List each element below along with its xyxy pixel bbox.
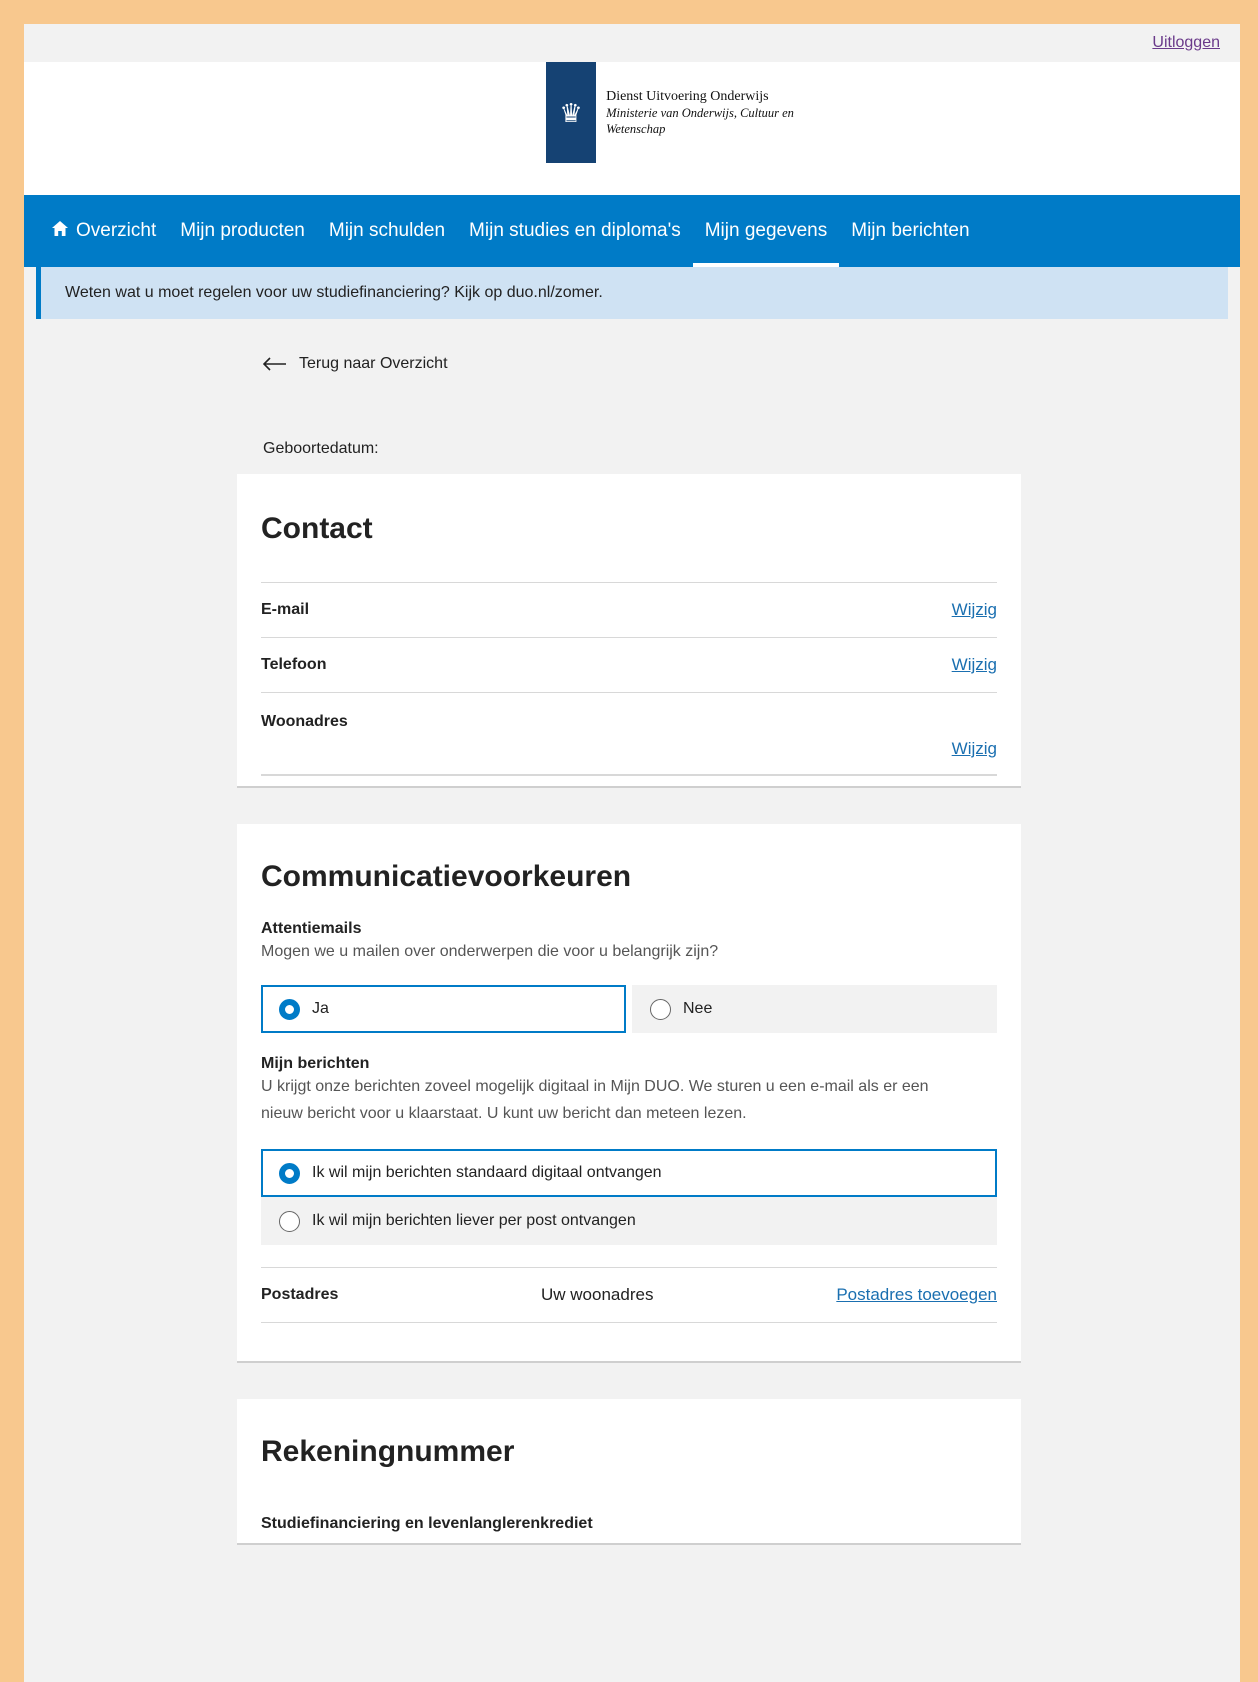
messages-text-1: U krijgt onze berichten zoveel mogelijk … — [261, 1078, 929, 1095]
attention-radio-group: Ja Nee — [261, 985, 997, 1033]
account-title: Rekeningnummer — [261, 1435, 515, 1468]
back-link-label: Terug naar Overzicht — [299, 355, 448, 372]
radio-label: Ik wil mijn berichten liever per post on… — [312, 1212, 636, 1229]
edit-address-link[interactable]: Wijzig — [952, 739, 997, 759]
home-icon — [52, 221, 68, 241]
radio-label: Ik wil mijn berichten standaard digitaal… — [312, 1164, 662, 1181]
logo-line-3: Wetenschap — [606, 121, 666, 136]
birthdate-label: Geboortedatum: — [263, 440, 379, 457]
nav-item-mijn-producten[interactable]: Mijn producten — [168, 195, 317, 267]
main-nav: Overzicht Mijn producten Mijn schulden M… — [24, 195, 1240, 267]
add-postal-address-link[interactable]: Postadres toevoegen — [836, 1285, 997, 1305]
radio-empty-icon — [279, 1210, 300, 1232]
top-bar: Uitloggen — [24, 24, 1240, 62]
back-link[interactable]: Terug naar Overzicht — [262, 342, 1021, 386]
app-frame: Uitloggen ♛ Dienst Uitvoering Onderwijs … — [24, 24, 1240, 1682]
nav-item-mijn-schulden[interactable]: Mijn schulden — [317, 195, 457, 267]
contact-row-phone: Telefoon Wijzig — [261, 637, 997, 692]
attention-title: Attentiemails — [261, 920, 362, 937]
messages-text-2: nieuw bericht voor u klaarstaat. U kunt … — [261, 1105, 747, 1122]
row-label: E-mail — [261, 601, 310, 618]
nav-item-label: Mijn producten — [180, 220, 305, 241]
notice-banner: Weten wat u moet regelen voor uw studief… — [36, 267, 1228, 319]
radio-attention-no[interactable]: Nee — [632, 985, 997, 1033]
communication-card: Communicatievoorkeuren Attentiemails Mog… — [237, 824, 1021, 1363]
main-content: Terug naar Overzicht Geboortedatum: Cont… — [237, 342, 1021, 1581]
logout-link[interactable]: Uitloggen — [1152, 34, 1220, 52]
nav-item-mijn-studies[interactable]: Mijn studies en diploma's — [457, 195, 693, 267]
coat-of-arms-icon: ♛ — [546, 62, 597, 163]
logo-line-2: Ministerie van Onderwijs, Cultuur en — [606, 105, 794, 120]
contact-title: Contact — [261, 512, 373, 545]
attention-text: Mogen we u mailen over onderwerpen die v… — [261, 943, 719, 960]
messages-title: Mijn berichten — [261, 1055, 370, 1072]
postal-address-label: Postadres — [261, 1286, 339, 1303]
nav-item-mijn-gegevens[interactable]: Mijn gegevens — [692, 195, 840, 267]
postal-address-value: Uw woonadres — [541, 1285, 654, 1304]
row-divider — [261, 774, 997, 776]
nav-item-label: Overzicht — [76, 220, 157, 241]
nav-item-label: Mijn schulden — [328, 220, 446, 241]
radio-label: Nee — [683, 1000, 713, 1017]
logo-line-1: Dienst Uitvoering Onderwijs — [606, 88, 769, 104]
contact-card: Contact E-mail Wijzig Telefoon Wijzig Wo… — [237, 474, 1021, 788]
duo-logo: ♛ Dienst Uitvoering Onderwijs Ministerie… — [546, 62, 794, 163]
radio-attention-yes[interactable]: Ja — [261, 985, 626, 1033]
contact-row-email: E-mail Wijzig — [261, 582, 997, 637]
row-label: Telefoon — [261, 656, 327, 673]
arrow-left-icon — [262, 353, 287, 375]
radio-selected-icon — [279, 1162, 300, 1184]
radio-label: Ja — [312, 1000, 329, 1017]
postal-address-row: Postadres Uw woonadres Postadres toevoeg… — [261, 1267, 997, 1323]
radio-selected-icon — [279, 998, 300, 1020]
account-card: Rekeningnummer Studiefinanciering en lev… — [237, 1399, 1021, 1545]
nav-item-mijn-berichten[interactable]: Mijn berichten — [839, 195, 981, 267]
nav-item-label: Mijn gegevens — [704, 220, 828, 241]
messages-radio-group: Ik wil mijn berichten standaard digitaal… — [261, 1149, 997, 1245]
radio-empty-icon — [650, 998, 671, 1020]
nav-item-overzicht[interactable]: Overzicht — [40, 195, 168, 267]
nav-item-label: Mijn berichten — [851, 220, 970, 241]
edit-phone-link[interactable]: Wijzig — [952, 655, 997, 675]
account-subtitle: Studiefinanciering en levenlanglerenkred… — [261, 1515, 593, 1532]
communication-title: Communicatievoorkeuren — [261, 860, 632, 893]
edit-email-link[interactable]: Wijzig — [952, 600, 997, 620]
logo-band: ♛ Dienst Uitvoering Onderwijs Ministerie… — [24, 62, 1240, 195]
radio-messages-post[interactable]: Ik wil mijn berichten liever per post on… — [261, 1197, 997, 1245]
radio-messages-digital[interactable]: Ik wil mijn berichten standaard digitaal… — [261, 1149, 997, 1197]
row-label: Woonadres — [261, 713, 348, 730]
logo-text: Dienst Uitvoering Onderwijs Ministerie v… — [606, 89, 794, 137]
nav-item-label: Mijn studies en diploma's — [469, 220, 681, 241]
contact-row-address: Woonadres Wijzig — [261, 692, 997, 774]
